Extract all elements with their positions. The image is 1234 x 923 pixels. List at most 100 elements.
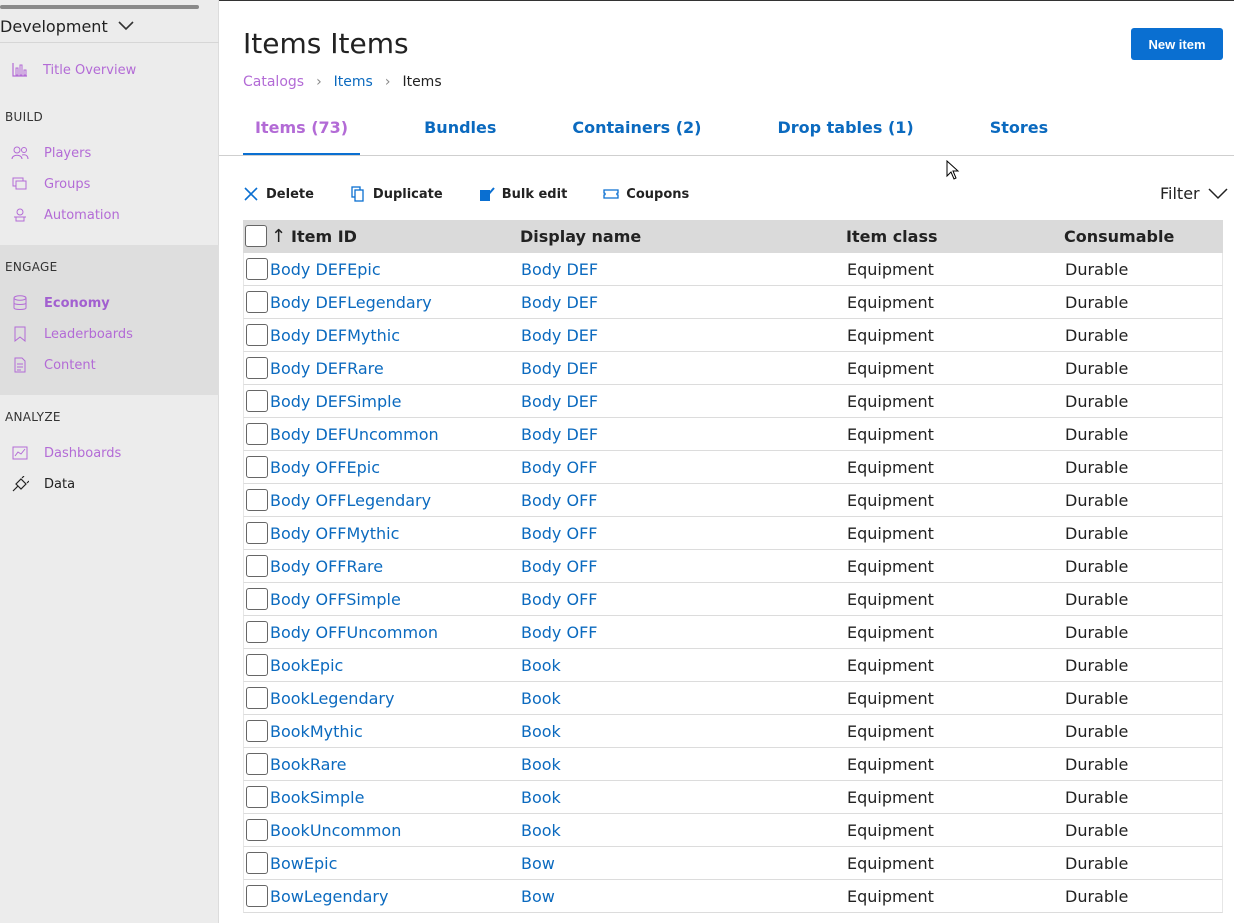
row-checkbox[interactable] <box>246 720 268 742</box>
filter-dropdown[interactable]: Filter <box>1160 184 1228 203</box>
table-row[interactable]: BookLegendary Book Equipment Durable <box>243 682 1223 715</box>
display-name-link[interactable]: Body OFF <box>521 557 597 576</box>
display-name-link[interactable]: Body OFF <box>521 623 597 642</box>
sidebar-item-groups[interactable]: Groups <box>0 172 219 196</box>
sidebar-item-automation[interactable]: Automation <box>0 203 219 227</box>
row-checkbox[interactable] <box>246 555 268 577</box>
item-id-link[interactable]: BookUncommon <box>270 821 401 840</box>
row-checkbox[interactable] <box>246 357 268 379</box>
delete-button[interactable]: Delete <box>243 186 314 202</box>
row-checkbox[interactable] <box>246 390 268 412</box>
table-row[interactable]: Body DEFLegendary Body DEF Equipment Durabl… <box>243 286 1223 319</box>
item-id-link[interactable]: BookSimple <box>270 788 364 807</box>
display-name-link[interactable]: Body DEF <box>521 326 598 345</box>
tab-stores[interactable]: Stores <box>978 114 1060 156</box>
row-checkbox[interactable] <box>246 852 268 874</box>
row-checkbox[interactable] <box>246 885 268 907</box>
sort-ascending-icon[interactable]: ↑ <box>271 226 286 247</box>
row-checkbox[interactable] <box>246 786 268 808</box>
table-row[interactable]: BowEpic Bow Equipment Durable <box>243 847 1223 880</box>
row-checkbox[interactable] <box>246 489 268 511</box>
display-name-link[interactable]: Body OFF <box>521 590 597 609</box>
display-name-link[interactable]: Body OFF <box>521 458 597 477</box>
item-id-link[interactable]: Body OFFMythic <box>270 524 399 543</box>
table-row[interactable]: Body DEFEpic Body DEF Equipment Durable <box>243 253 1223 286</box>
item-id-link[interactable]: Body DEFUncommon <box>270 425 439 444</box>
display-name-link[interactable]: Book <box>521 656 561 675</box>
row-checkbox[interactable] <box>246 423 268 445</box>
item-id-link[interactable]: BookRare <box>270 755 346 774</box>
item-id-link[interactable]: Body OFFUncommon <box>270 623 438 642</box>
column-header-item-id[interactable]: Item ID <box>291 227 357 246</box>
table-row[interactable]: BookEpic Book Equipment Durable <box>243 649 1223 682</box>
sidebar-item-content[interactable]: Content <box>0 353 219 377</box>
row-checkbox[interactable] <box>246 819 268 841</box>
table-row[interactable]: Body OFFRare Body OFF Equipment Durable <box>243 550 1223 583</box>
item-id-link[interactable]: BookLegendary <box>270 689 394 708</box>
display-name-link[interactable]: Body DEF <box>521 392 598 411</box>
new-item-button[interactable]: New item <box>1131 28 1223 60</box>
table-row[interactable]: BowLegendary Bow Equipment Durable <box>243 880 1223 913</box>
table-row[interactable]: Body OFFLegendary Body OFF Equipment Durabl… <box>243 484 1223 517</box>
item-id-link[interactable]: Body OFFRare <box>270 557 383 576</box>
sidebar-item-dashboards[interactable]: Dashboards <box>0 441 219 465</box>
display-name-link[interactable]: Body DEF <box>521 293 598 312</box>
sidebar-item-data[interactable]: Data <box>0 472 219 496</box>
sidebar-item-title-overview[interactable]: Title Overview <box>0 58 219 82</box>
table-row[interactable]: Body OFFSimple Body OFF Equipment Durable <box>243 583 1223 616</box>
sidebar-item-players[interactable]: Players <box>0 141 219 165</box>
item-id-link[interactable]: Body DEFMythic <box>270 326 400 345</box>
table-row[interactable]: Body DEFRare Body DEF Equipment Durable <box>243 352 1223 385</box>
environment-selector[interactable]: Development <box>0 14 134 38</box>
item-id-link[interactable]: Body OFFSimple <box>270 590 401 609</box>
breadcrumb-items[interactable]: Items <box>334 74 373 90</box>
column-header-display-name[interactable]: Display name <box>520 227 641 246</box>
row-checkbox[interactable] <box>246 654 268 676</box>
table-row[interactable]: Body DEFMythic Body DEF Equipment Durable <box>243 319 1223 352</box>
row-checkbox[interactable] <box>246 456 268 478</box>
table-row[interactable]: BookUncommon Book Equipment Durable <box>243 814 1223 847</box>
item-id-link[interactable]: Body DEFSimple <box>270 392 401 411</box>
tab-containers[interactable]: Containers (2) <box>560 114 713 156</box>
display-name-link[interactable]: Bow <box>521 854 555 873</box>
table-row[interactable]: Body DEFUncommon Body DEF Equipment Durable <box>243 418 1223 451</box>
row-checkbox[interactable] <box>246 753 268 775</box>
row-checkbox[interactable] <box>246 621 268 643</box>
coupons-button[interactable]: Coupons <box>603 186 689 202</box>
display-name-link[interactable]: Body DEF <box>521 260 598 279</box>
display-name-link[interactable]: Book <box>521 788 561 807</box>
item-id-link[interactable]: BookMythic <box>270 722 363 741</box>
row-checkbox[interactable] <box>246 291 268 313</box>
display-name-link[interactable]: Body DEF <box>521 359 598 378</box>
display-name-link[interactable]: Bow <box>521 887 555 906</box>
select-all-checkbox[interactable] <box>245 225 267 247</box>
breadcrumb-catalogs[interactable]: Catalogs <box>243 74 304 90</box>
table-row[interactable]: Body OFFEpic Body OFF Equipment Durable <box>243 451 1223 484</box>
bulk-edit-button[interactable]: Bulk edit <box>479 186 567 202</box>
display-name-link[interactable]: Book <box>521 755 561 774</box>
tab-items[interactable]: Items (73) <box>243 114 361 156</box>
table-row[interactable]: BookMythic Book Equipment Durable <box>243 715 1223 748</box>
column-header-item-class[interactable]: Item class <box>846 227 938 246</box>
display-name-link[interactable]: Body DEF <box>521 425 598 444</box>
column-header-consumable[interactable]: Consumable <box>1064 227 1174 246</box>
item-id-link[interactable]: BookEpic <box>270 656 343 675</box>
display-name-link[interactable]: Book <box>521 689 561 708</box>
tab-bundles[interactable]: Bundles <box>412 114 508 156</box>
table-row[interactable]: Body DEFSimple Body DEF Equipment Durable <box>243 385 1223 418</box>
table-row[interactable]: BookRare Book Equipment Durable <box>243 748 1223 781</box>
item-id-link[interactable]: Body OFFEpic <box>270 458 380 477</box>
table-row[interactable]: BookSimple Book Equipment Durable <box>243 781 1223 814</box>
tab-drop-tables[interactable]: Drop tables (1) <box>765 114 925 156</box>
item-id-link[interactable]: Body DEFLegendary <box>270 293 432 312</box>
item-id-link[interactable]: Body DEFRare <box>270 359 384 378</box>
sidebar-item-leaderboards[interactable]: Leaderboards <box>0 322 219 346</box>
table-row[interactable]: Body OFFUncommon Body OFF Equipment Durable <box>243 616 1223 649</box>
item-id-link[interactable]: BowLegendary <box>270 887 388 906</box>
display-name-link[interactable]: Body OFF <box>521 524 597 543</box>
table-row[interactable]: Body OFFMythic Body OFF Equipment Durable <box>243 517 1223 550</box>
row-checkbox[interactable] <box>246 687 268 709</box>
display-name-link[interactable]: Body OFF <box>521 491 597 510</box>
sidebar-item-economy[interactable]: Economy <box>0 291 219 315</box>
item-id-link[interactable]: Body OFFLegendary <box>270 491 431 510</box>
